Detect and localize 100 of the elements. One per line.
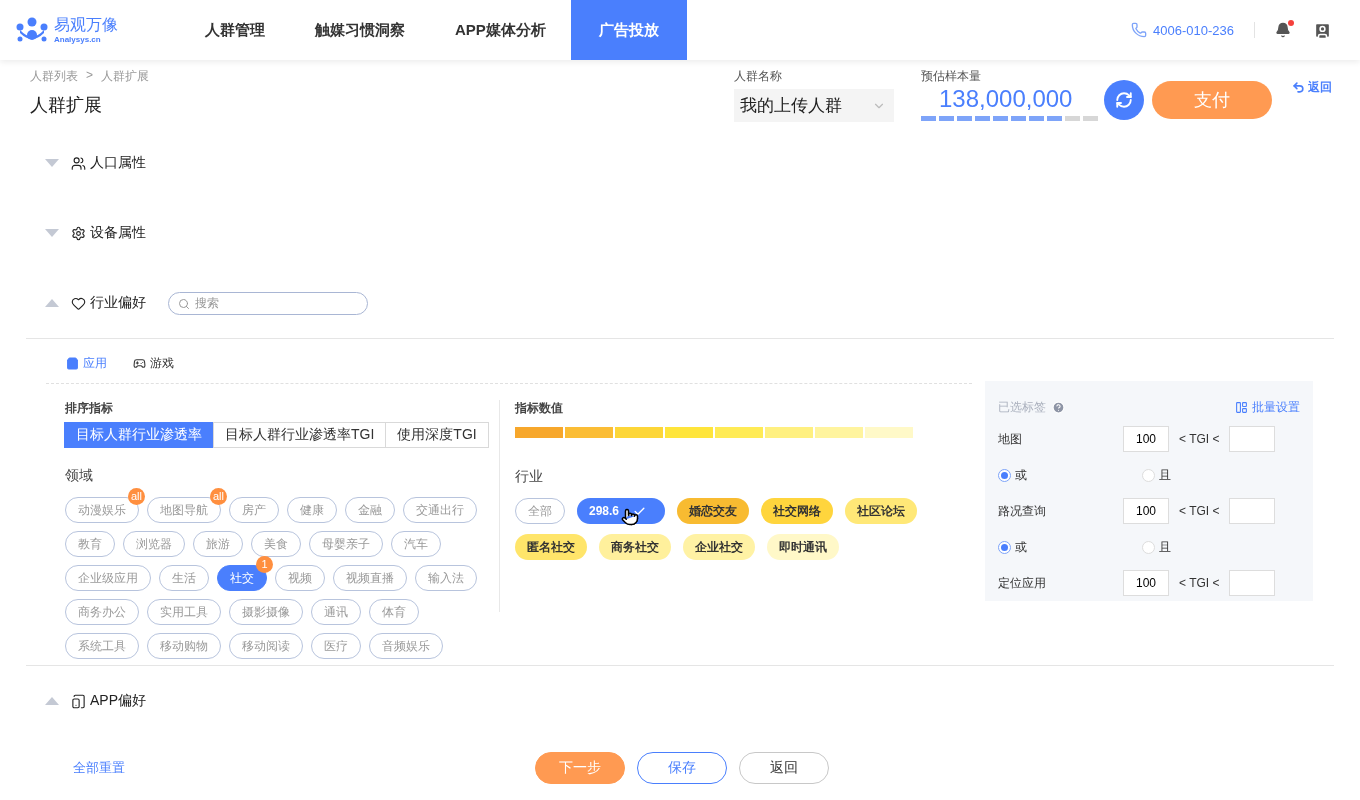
phone-number: 4006-010-236 <box>1153 22 1234 38</box>
tag-label: 路况查询 <box>998 502 1047 520</box>
logic-radio[interactable]: 或 <box>998 466 1142 484</box>
heart-icon <box>71 295 86 311</box>
industry-tag[interactable]: 企业社交 <box>683 534 755 560</box>
min-input[interactable]: 100 <box>1123 498 1169 524</box>
tgi-operator: < TGI < <box>1179 432 1220 446</box>
industry-tag[interactable]: 婚恋交友 <box>677 498 749 524</box>
max-input[interactable] <box>1229 498 1276 524</box>
breadcrumb-link[interactable]: 人群扩展 <box>101 68 149 85</box>
domain-chip[interactable]: 输入法 <box>415 565 477 591</box>
audience-select[interactable]: 我的上传人群 <box>734 89 894 122</box>
phone-icon <box>1131 22 1148 38</box>
domain-chip[interactable]: 交通出行 <box>403 497 477 523</box>
domain-chip[interactable]: 摄影摄像 <box>229 599 303 625</box>
industry-tag[interactable]: 即时通讯 <box>767 534 839 560</box>
domain-chip[interactable]: 视频 <box>275 565 325 591</box>
domain-chip[interactable]: 母婴亲子 <box>309 531 383 557</box>
logo-name: 易观万像 <box>54 16 118 33</box>
domain-chip[interactable]: 实用工具 <box>147 599 221 625</box>
hand-cursor-icon <box>621 508 639 526</box>
sort-option[interactable]: 使用深度TGI <box>385 422 489 448</box>
expand-toggle[interactable] <box>45 229 59 237</box>
notification-icon[interactable] <box>1275 22 1291 38</box>
footer-button[interactable]: 返回 <box>739 752 829 784</box>
industry-tag[interactable]: 商务社交 <box>599 534 671 560</box>
nav-tab[interactable]: 触媒习惯洞察 <box>290 0 430 60</box>
domain-chip[interactable]: 体育 <box>369 599 419 625</box>
domain-chip[interactable]: 医疗 <box>311 633 361 659</box>
refresh-button[interactable] <box>1104 80 1144 120</box>
logic-radio[interactable]: 或 <box>998 538 1142 556</box>
radio-icon[interactable] <box>998 540 1011 554</box>
tgi-operator: < TGI < <box>1179 576 1220 590</box>
people-icon <box>71 155 86 171</box>
section-title: 行业偏好 <box>90 294 146 312</box>
nav-tab[interactable]: APP媒体分析 <box>430 0 571 60</box>
back-link[interactable]: 返回 <box>1292 79 1332 96</box>
domain-chip[interactable]: 企业级应用 <box>65 565 151 591</box>
domain-chip[interactable]: 音频娱乐 <box>369 633 443 659</box>
settings-icon <box>71 225 86 241</box>
footer-button[interactable]: 下一步 <box>535 752 625 784</box>
page-title: 人群扩展 <box>30 94 103 117</box>
logic-radio[interactable]: 且 <box>1142 538 1286 556</box>
category-tab[interactable]: 游戏 <box>133 354 174 372</box>
domain-chip[interactable]: 系统工具 <box>65 633 139 659</box>
domain-chip[interactable]: 生活 <box>159 565 209 591</box>
domain-chip[interactable]: 浏览器 <box>123 531 185 557</box>
logo-icon <box>16 17 48 43</box>
domain-chip[interactable]: 商务办公 <box>65 599 139 625</box>
radio-label: 且 <box>1159 538 1171 556</box>
sort-label: 排序指标 <box>65 400 114 417</box>
search-field[interactable]: 搜索 <box>168 291 368 315</box>
logic-radio[interactable]: 且 <box>1142 466 1286 484</box>
expand-toggle[interactable] <box>45 299 59 307</box>
min-input[interactable]: 100 <box>1123 570 1169 596</box>
nav-tab[interactable]: 人群管理 <box>180 0 290 60</box>
domain-chip[interactable]: 美食 <box>251 531 301 557</box>
max-input[interactable] <box>1229 426 1276 452</box>
grid-icon <box>1235 401 1248 414</box>
expand-toggle[interactable] <box>45 159 59 167</box>
domain-chip[interactable]: 旅游 <box>193 531 243 557</box>
estimate-label: 预估样本量 <box>921 68 982 85</box>
domain-chip[interactable]: 移动阅读 <box>229 633 303 659</box>
batch-settings-link[interactable]: 批量设置 <box>1235 399 1300 416</box>
domain-chip[interactable]: 房产 <box>229 497 279 523</box>
industry-tag[interactable]: 匿名社交 <box>515 534 587 560</box>
sort-option[interactable]: 目标人群行业渗透率 <box>64 422 214 448</box>
radio-label: 或 <box>1015 466 1027 484</box>
max-input[interactable] <box>1229 570 1276 596</box>
domain-chip[interactable]: 健康 <box>287 497 337 523</box>
estimate-value: 138,000,000 <box>939 85 1074 113</box>
domain-label: 领域 <box>65 467 94 485</box>
tgi-operator: < TGI < <box>1179 504 1220 518</box>
industry-tag[interactable]: 社交网络 <box>761 498 833 524</box>
industry-tag[interactable]: 298.6 <box>577 498 665 524</box>
industry-tag[interactable]: 社区论坛 <box>845 498 917 524</box>
domain-chip[interactable]: 通讯 <box>311 599 361 625</box>
back-arrow-icon <box>1292 81 1305 94</box>
radio-icon[interactable] <box>998 468 1011 482</box>
industry-tag[interactable]: 全部 <box>515 498 565 524</box>
breadcrumb-separator: > <box>86 68 93 84</box>
nav-tab[interactable]: 广告投放 <box>570 0 687 60</box>
help-icon[interactable] <box>1052 401 1065 414</box>
domain-chip[interactable]: 移动购物 <box>147 633 221 659</box>
domain-chip[interactable]: 金融 <box>345 497 395 523</box>
domain-chip[interactable]: 视频直播 <box>333 565 407 591</box>
search-icon <box>178 297 190 310</box>
count-badge: all <box>210 488 227 505</box>
footer-button[interactable]: 保存 <box>637 752 727 784</box>
tablet-icon <box>71 693 86 709</box>
sort-option[interactable]: 目标人群行业渗透率TGI <box>213 422 387 448</box>
reset-all-link[interactable]: 全部重置 <box>73 759 535 777</box>
breadcrumb-link[interactable]: 人群列表 <box>30 68 78 85</box>
domain-chip[interactable]: 汽车 <box>391 531 441 557</box>
pay-button[interactable]: 支付 <box>1152 81 1272 119</box>
min-input[interactable]: 100 <box>1123 426 1169 452</box>
category-tab[interactable]: 应用 <box>66 354 107 372</box>
domain-chip[interactable]: 教育 <box>65 531 115 557</box>
metric-label: 指标数值 <box>515 400 564 417</box>
expand-toggle[interactable] <box>45 697 59 705</box>
